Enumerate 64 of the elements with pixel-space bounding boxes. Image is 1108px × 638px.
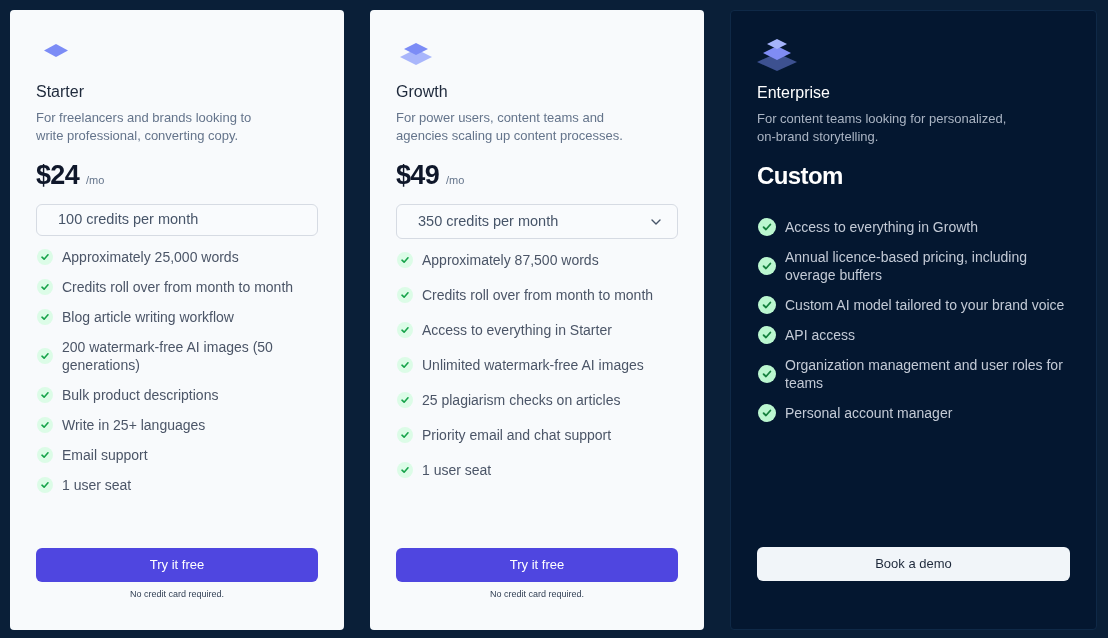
- book-demo-button[interactable]: Book a demo: [757, 547, 1070, 581]
- price-period: /mo: [86, 173, 105, 188]
- plan-name: Enterprise: [757, 83, 831, 103]
- feature-text: Annual licence-based pricing, including overage buffers: [785, 248, 1029, 284]
- check-icon: [37, 309, 53, 325]
- feature-text: Access to everything in Starter: [422, 321, 612, 339]
- check-icon: [397, 462, 413, 478]
- check-icon: [758, 365, 776, 383]
- feature-text: Personal account manager: [785, 404, 953, 422]
- check-icon: [37, 249, 53, 265]
- plan-name: Starter: [36, 82, 85, 102]
- credits-dropdown[interactable]: 350 credits per month: [396, 204, 678, 239]
- try-free-button[interactable]: Try it free: [396, 548, 678, 582]
- check-icon: [397, 322, 413, 338]
- check-icon: [758, 326, 776, 344]
- feature-text: Bulk product descriptions: [62, 386, 219, 404]
- check-icon: [758, 296, 776, 314]
- chevron-down-icon: [651, 218, 661, 225]
- check-icon: [758, 404, 776, 422]
- check-icon: [758, 218, 776, 236]
- footnote-text: No credit card required.: [128, 588, 225, 600]
- plan-description: For power users, content teams and agencies scaling up content processes.: [396, 109, 624, 145]
- feature-text: 1 user seat: [62, 476, 132, 494]
- feature-text: Approximately 25,000 words: [62, 248, 239, 266]
- feature-text: 1 user seat: [422, 461, 492, 479]
- check-icon: [397, 392, 413, 408]
- feature-text: 200 watermark-free AI images (50 generations): [62, 338, 274, 374]
- feature-text: Write in 25+ languages: [62, 416, 206, 434]
- check-icon: [37, 348, 53, 364]
- plan-description: For content teams looking for personalized, on-brand storytelling.: [757, 110, 1008, 146]
- feature-text: 25 plagiarism checks on articles: [422, 391, 621, 409]
- price-period: /mo: [446, 173, 465, 188]
- check-icon: [397, 427, 413, 443]
- layer-icon: [44, 43, 68, 57]
- check-icon: [37, 447, 53, 463]
- check-icon: [397, 287, 413, 303]
- plan-description: For freelancers and brands looking to write professional, converting copy.: [36, 109, 253, 145]
- stacked-layers-icon: [400, 43, 432, 65]
- check-icon: [758, 257, 776, 275]
- feature-text: Organization management and user roles for teams: [785, 356, 1064, 392]
- plan-price: $24: [36, 159, 80, 191]
- stacked-layers-icon: [757, 39, 797, 71]
- plan-price: Custom: [757, 161, 843, 191]
- footnote-text: No credit card required.: [488, 588, 585, 600]
- feature-text: Credits roll over from month to month: [62, 278, 294, 296]
- feature-text: Custom AI model tailored to your brand voice: [785, 296, 1065, 314]
- feature-text: Approximately 87,500 words: [422, 251, 599, 269]
- feature-text: Blog article writing workflow: [62, 308, 234, 326]
- check-icon: [37, 417, 53, 433]
- feature-text: Credits roll over from month to month: [422, 286, 654, 304]
- check-icon: [37, 387, 53, 403]
- feature-text: Unlimited watermark-free AI images: [422, 356, 644, 374]
- check-icon: [37, 477, 53, 493]
- feature-text: Email support: [62, 446, 148, 464]
- plan-price: $49: [396, 159, 440, 191]
- feature-text: Access to everything in Growth: [785, 218, 978, 236]
- check-icon: [37, 279, 53, 295]
- feature-text: Priority email and chat support: [422, 426, 612, 444]
- check-icon: [397, 357, 413, 373]
- plan-name: Growth: [396, 82, 449, 102]
- credits-field[interactable]: 100 credits per month: [36, 204, 318, 236]
- feature-text: API access: [785, 326, 856, 344]
- check-icon: [397, 252, 413, 268]
- try-free-button[interactable]: Try it free: [36, 548, 318, 582]
